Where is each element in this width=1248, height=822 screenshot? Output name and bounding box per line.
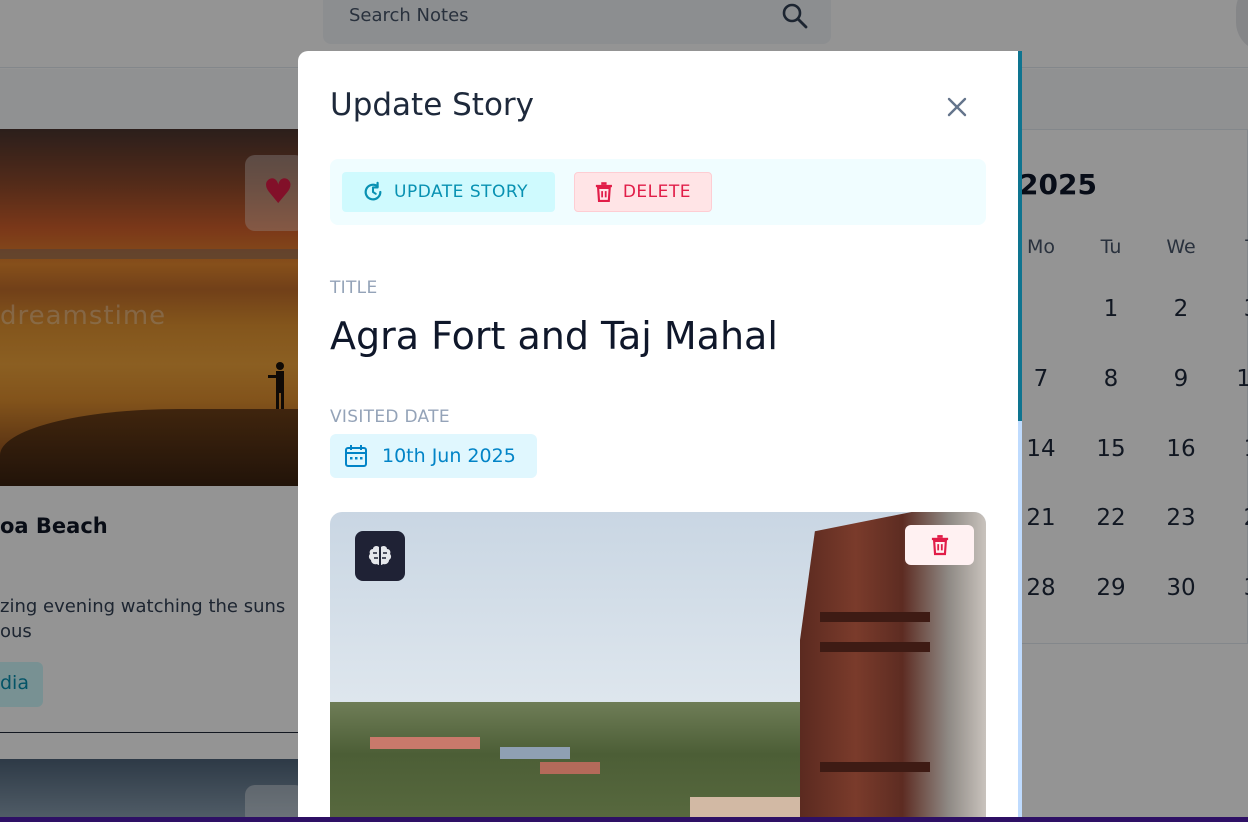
refresh-icon: [364, 181, 382, 201]
visited-date-value: 10th Jun 2025: [382, 445, 516, 467]
title-label: TITLE: [330, 278, 378, 298]
action-bar: UPDATE STORY DELETE: [330, 159, 986, 225]
visited-date-picker[interactable]: 10th Jun 2025: [330, 434, 537, 478]
scrollbar-thumb[interactable]: [1018, 51, 1022, 421]
visited-date-label: VISITED DATE: [330, 407, 450, 427]
delete-image-button[interactable]: [905, 525, 974, 565]
story-image: [330, 512, 986, 817]
modal-title: Update Story: [330, 87, 535, 123]
trash-icon: [931, 535, 948, 556]
update-story-label: UPDATE STORY: [394, 182, 528, 202]
brain-icon[interactable]: [355, 531, 405, 581]
trash-icon: [595, 182, 612, 202]
update-story-button[interactable]: UPDATE STORY: [342, 172, 555, 212]
delete-button[interactable]: DELETE: [574, 172, 712, 212]
modal-scrollbar[interactable]: [1018, 51, 1022, 817]
calendar-icon: [345, 445, 367, 467]
title-input[interactable]: Agra Fort and Taj Mahal: [330, 314, 778, 358]
delete-label: DELETE: [622, 182, 691, 202]
update-story-modal: Update Story UPDATE STORY DELETE TITLE A…: [298, 51, 1018, 817]
bottom-strip: [0, 817, 1248, 822]
close-icon[interactable]: [943, 93, 971, 121]
